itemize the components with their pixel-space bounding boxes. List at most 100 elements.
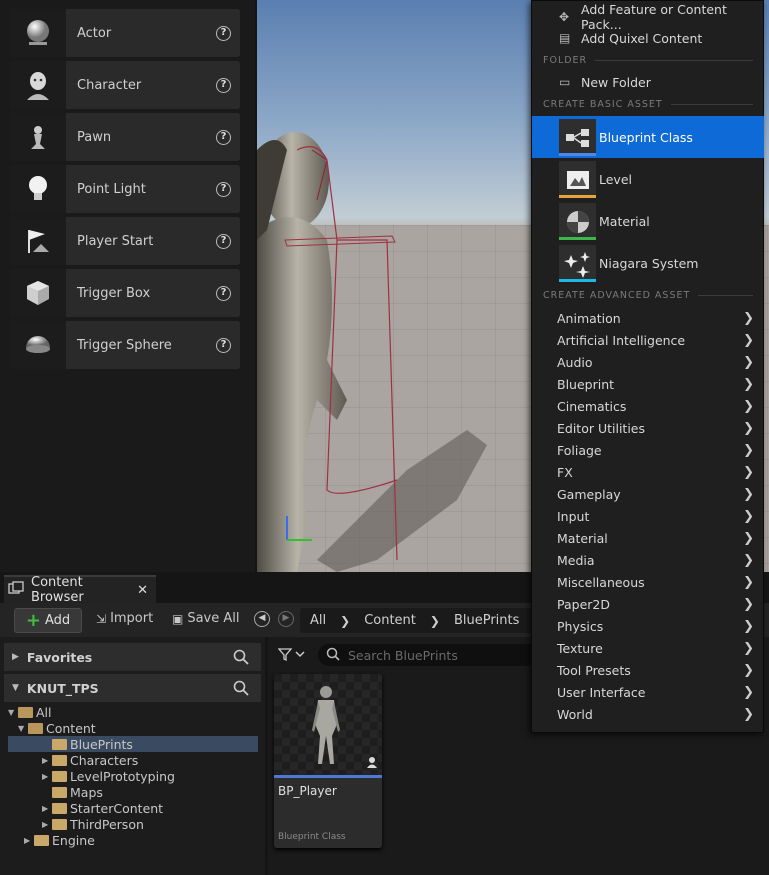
sphere-icon [10,9,66,57]
actor-item-point-light[interactable]: Point Light? [10,165,240,213]
chevron-right-icon[interactable]: ▶ [42,820,52,829]
breadcrumb-all[interactable]: All [310,613,326,628]
menu-item-blueprint-class[interactable]: Blueprint Class [532,116,764,158]
add-button[interactable]: + Add [14,608,82,633]
submenu-editor-utilities[interactable]: Editor Utilities ❯ [532,417,764,439]
help-icon[interactable]: ? [216,181,231,197]
actor-item-player-start[interactable]: Player Start? [10,217,240,265]
tree-item-startercontent[interactable]: ▶ StarterContent [8,800,258,816]
asset-color-bar [559,153,596,156]
submenu-material[interactable]: Material ❯ [532,527,764,549]
breadcrumb-content[interactable]: Content [364,613,416,628]
actor-item-label: Pawn [77,129,112,145]
help-icon[interactable]: ? [216,129,231,145]
menu-item-label: Physics [557,618,604,634]
chevron-right-icon: ❯ [743,530,754,546]
search-icon [326,647,340,664]
chevron-right-icon[interactable]: ▶ [42,772,52,781]
chevron-right-icon[interactable]: ▶ [24,836,34,845]
menu-item-material[interactable]: Material [532,200,764,242]
submenu-world[interactable]: World ❯ [532,703,764,725]
search-icon[interactable] [233,680,249,699]
chevron-right-icon: ❯ [743,420,754,436]
submenu-paper2d[interactable]: Paper2D ❯ [532,593,764,615]
character-class-icon [366,756,378,772]
help-icon[interactable]: ? [216,233,231,249]
submenu-animation[interactable]: Animation ❯ [532,307,764,329]
tree-item-blueprints[interactable]: BluePrints [8,736,258,752]
tree-item-label: BluePrints [70,736,133,752]
section-label: FOLDER [543,54,588,66]
actor-item-trigger-sphere[interactable]: Trigger Sphere? [10,321,240,369]
forward-arrow-icon[interactable]: ▶ [278,611,294,627]
chevron-right-icon: ❯ [743,552,754,568]
menu-item-niagara-system[interactable]: Niagara System [532,242,764,284]
chevron-down-icon[interactable]: ▼ [18,724,28,733]
menu-item-label: Artificial Intelligence [557,332,686,348]
back-arrow-icon[interactable]: ◀ [254,611,270,627]
menu-item-label: Material [557,530,608,546]
submenu-miscellaneous[interactable]: Miscellaneous ❯ [532,571,764,593]
menu-item-label: Cinematics [557,398,627,414]
submenu-physics[interactable]: Physics ❯ [532,615,764,637]
menu-item-new-folder[interactable]: ▭ New Folder [532,71,764,93]
folder-icon [52,786,67,798]
submenu-foliage[interactable]: Foliage ❯ [532,439,764,461]
chevron-right-icon[interactable]: ❯ [430,614,440,628]
submenu-fx[interactable]: FX ❯ [532,461,764,483]
menu-item-label: FX [557,464,573,480]
chevron-right-icon: ❯ [743,706,754,722]
close-tab-icon[interactable]: ✕ [137,583,148,598]
actor-item-actor[interactable]: Actor? [10,9,240,57]
tab-content-browser[interactable]: Content Browser ✕ [4,575,156,605]
help-icon[interactable]: ? [216,285,231,301]
submenu-tool-presets[interactable]: Tool Presets ❯ [532,659,764,681]
filter-icon[interactable] [277,646,306,666]
tree-item-all[interactable]: ▼ All [8,704,258,720]
tree-item-thirdperson[interactable]: ▶ ThirdPerson [8,816,258,832]
save-all-button[interactable]: ▣ Save All [172,611,240,626]
tree-item-label: Characters [70,752,139,768]
submenu-cinematics[interactable]: Cinematics ❯ [532,395,764,417]
import-label: Import [110,611,154,626]
help-icon[interactable]: ? [216,77,231,93]
tree-item-maps[interactable]: Maps [8,784,258,800]
submenu-audio[interactable]: Audio ❯ [532,351,764,373]
actor-item-pawn[interactable]: Pawn? [10,113,240,161]
chevron-right-icon[interactable]: ▶ [42,804,52,813]
tree-item-engine[interactable]: ▶ Engine [8,832,258,848]
submenu-artificial-intelligence[interactable]: Artificial Intelligence ❯ [532,329,764,351]
search-icon[interactable] [233,649,249,668]
help-icon[interactable]: ? [216,25,231,41]
actor-item-trigger-box[interactable]: Trigger Box? [10,269,240,317]
menu-item-add-quixel[interactable]: ▤ Add Quixel Content [532,27,764,49]
submenu-input[interactable]: Input ❯ [532,505,764,527]
asset-tile-bp-player[interactable]: BP_Player Blueprint Class [274,674,382,848]
project-header[interactable]: ▼ KNUT_TPS [4,674,261,702]
tree-item-label: StarterContent [70,800,164,816]
chevron-right-icon[interactable]: ▶ [42,756,52,765]
submenu-blueprint[interactable]: Blueprint ❯ [532,373,764,395]
menu-item-label: Foliage [557,442,602,458]
chevron-down-icon: ▼ [12,683,19,693]
favorites-header[interactable]: ▶ Favorites [4,643,261,671]
menu-item-add-feature-pack[interactable]: ✥ Add Feature or Content Pack... [532,2,764,32]
actor-item-character[interactable]: Character? [10,61,240,109]
submenu-media[interactable]: Media ❯ [532,549,764,571]
chevron-right-icon[interactable]: ❯ [340,614,350,628]
submenu-texture[interactable]: Texture ❯ [532,637,764,659]
chevron-down-icon[interactable]: ▼ [8,708,18,717]
tree-item-characters[interactable]: ▶ Characters [8,752,258,768]
tree-item-levelprototyping[interactable]: ▶ LevelPrototyping [8,768,258,784]
content-browser-icon [8,581,26,599]
import-button[interactable]: ⇲ Import [96,611,153,626]
folder-icon [34,834,49,846]
menu-item-label: Texture [557,640,603,656]
breadcrumb-blueprints[interactable]: BluePrints [454,613,519,628]
import-icon: ⇲ [96,611,107,626]
menu-item-level[interactable]: Level [532,158,764,200]
tree-item-content[interactable]: ▼ Content [8,720,258,736]
submenu-user-interface[interactable]: User Interface ❯ [532,681,764,703]
submenu-gameplay[interactable]: Gameplay ❯ [532,483,764,505]
help-icon[interactable]: ? [216,337,231,353]
